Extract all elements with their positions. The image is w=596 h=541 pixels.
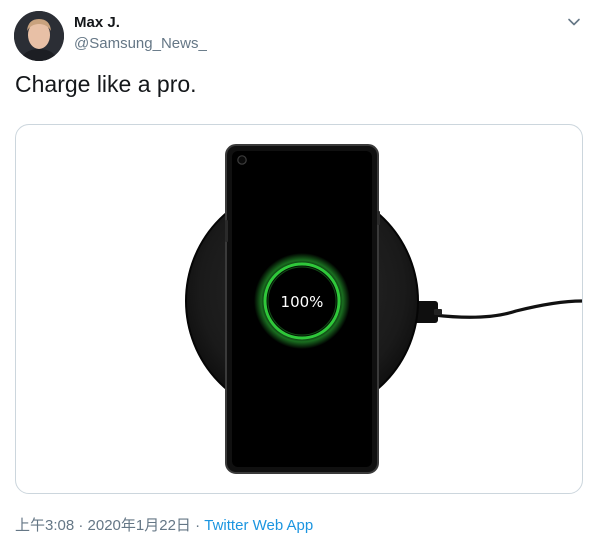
phone-charging-image: 100% (185, 144, 582, 474)
chevron-down-icon[interactable] (566, 14, 582, 30)
tweet-text: Charge like a pro. (15, 71, 197, 97)
charging-cable (432, 299, 582, 319)
author-handle[interactable]: @Samsung_News_ (74, 35, 207, 52)
meta-separator: · (190, 517, 205, 534)
tweet-media[interactable]: 100% (15, 124, 583, 494)
author-name[interactable]: Max J. (74, 14, 120, 31)
source-link[interactable]: Twitter Web App (204, 517, 313, 534)
tweet-meta: 上午3:08 · 2020年1月22日 · Twitter Web App (15, 514, 313, 535)
avatar-image (14, 11, 64, 61)
avatar[interactable] (14, 11, 64, 61)
charge-percentage: 100% (281, 293, 324, 311)
camera-icon (237, 155, 247, 165)
timestamp[interactable]: 上午3:08 · 2020年1月22日 (15, 517, 191, 534)
